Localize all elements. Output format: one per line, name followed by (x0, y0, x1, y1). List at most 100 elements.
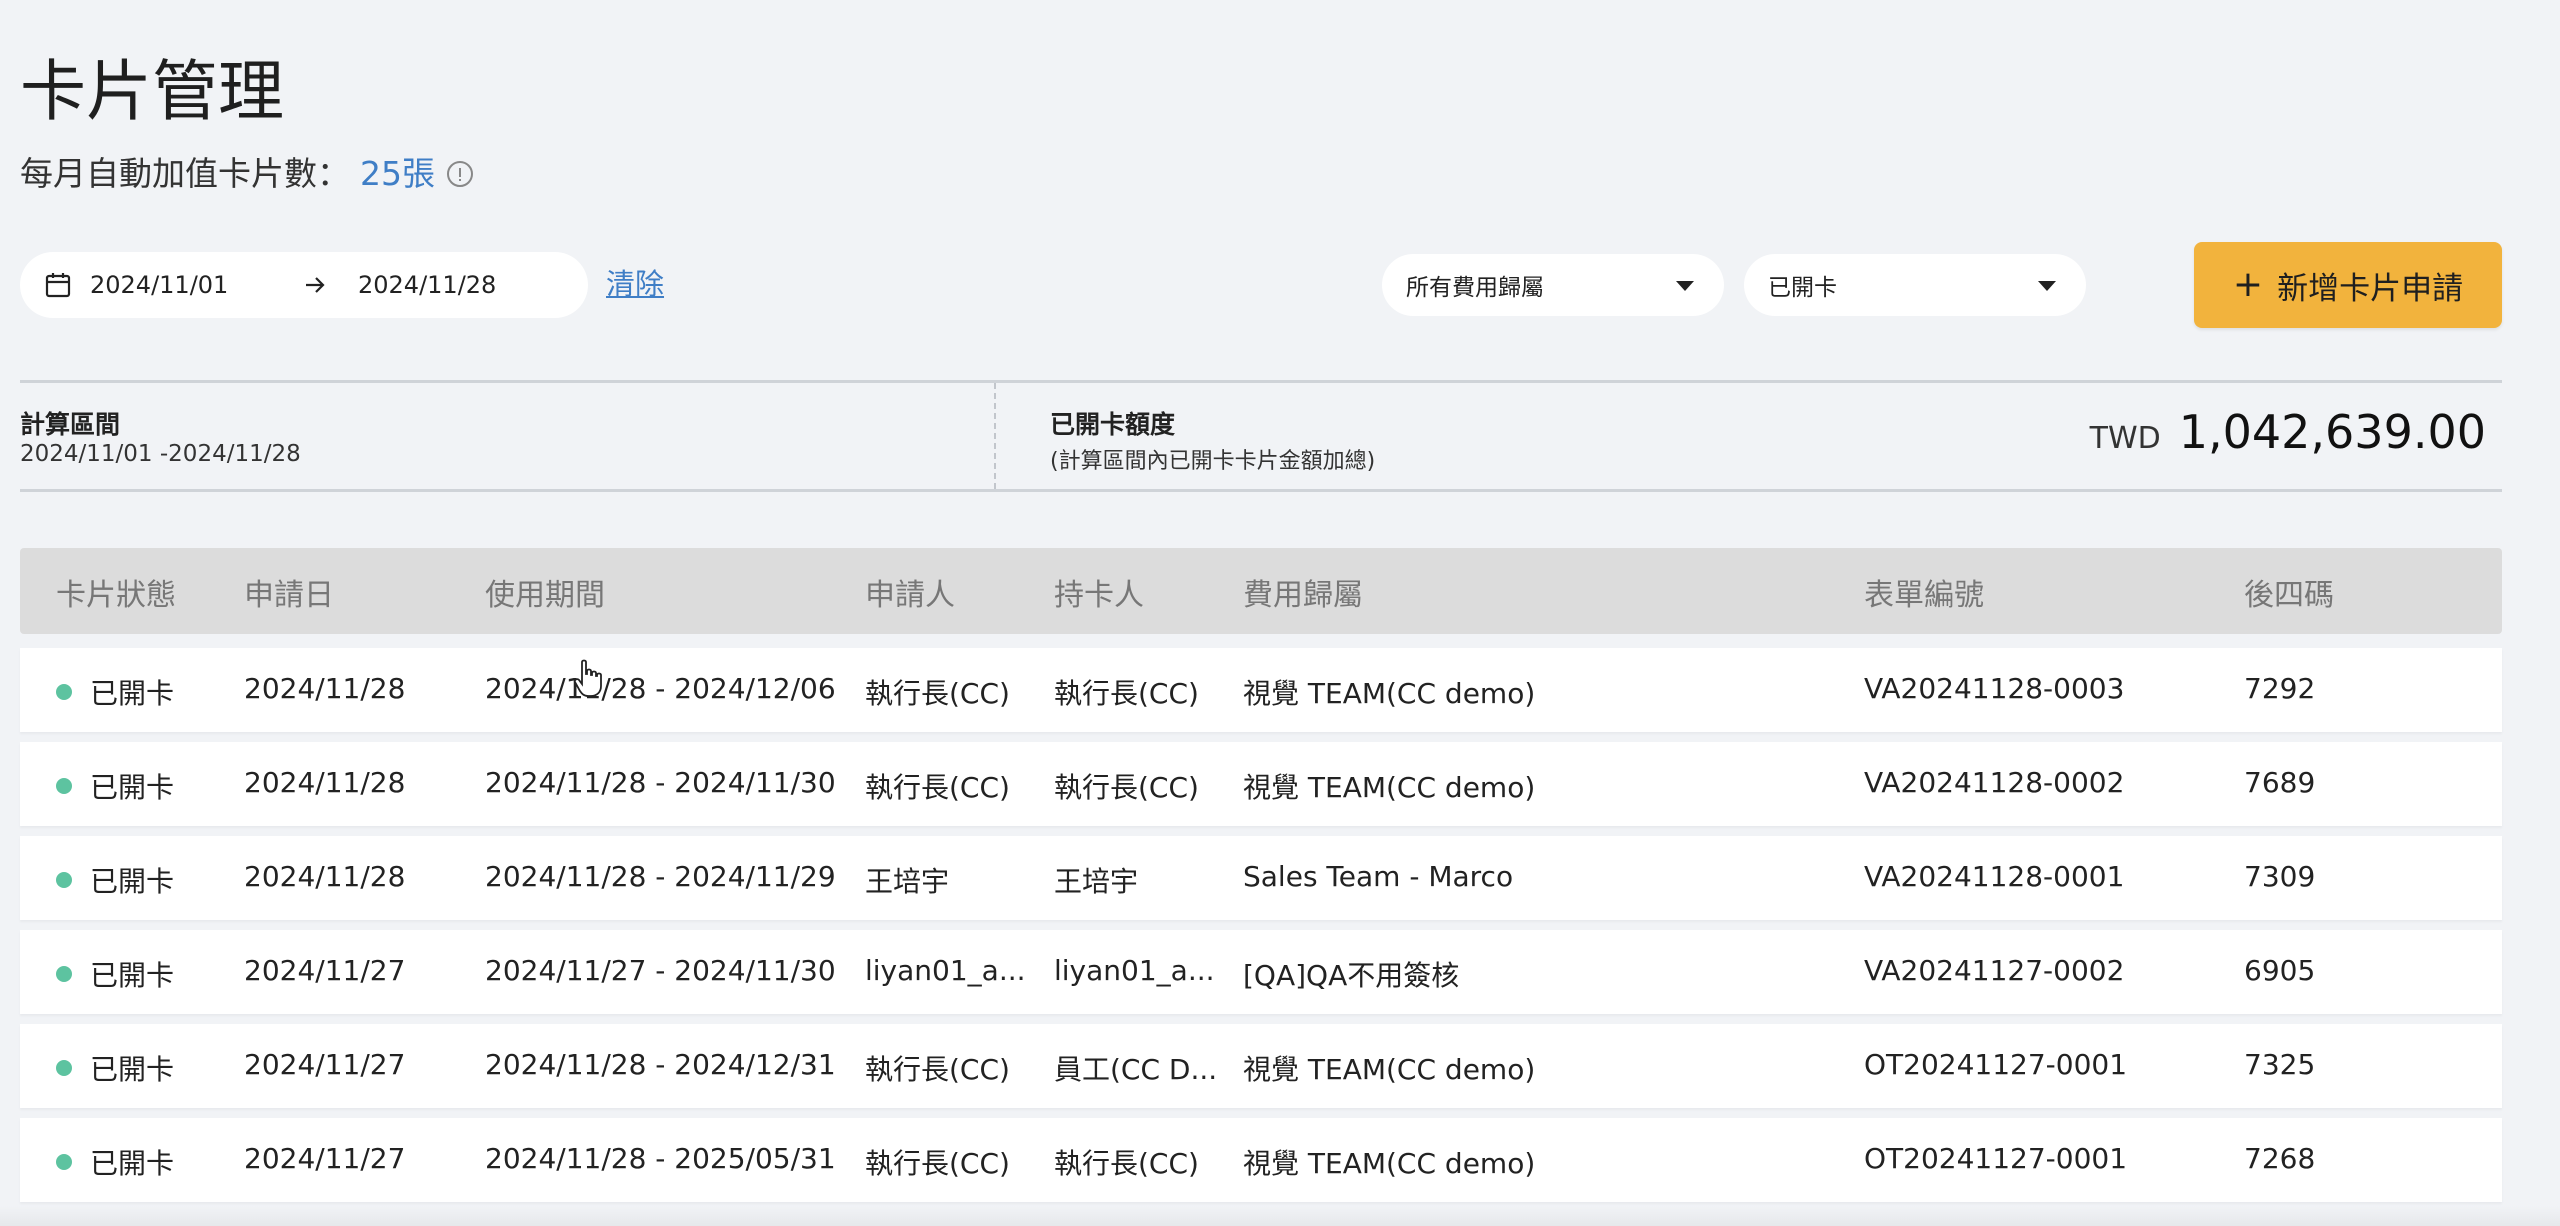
form-no-cell: VA20241128-0003 (1864, 672, 2125, 705)
holder-cell: 員工(CC D... (1054, 1053, 1218, 1086)
column-header-apply-date[interactable]: 申請日 (244, 570, 334, 614)
chevron-down-icon (2038, 281, 2056, 291)
period-cell: 2024/11/28 - 2025/05/31 (485, 1142, 836, 1175)
applicant-cell: 執行長(CC) (865, 677, 1010, 710)
auto-topup-label: 每月自動加值卡片數： (20, 154, 350, 193)
chevron-down-icon (1676, 281, 1694, 291)
status-cell: 已開卡 (90, 677, 175, 710)
apply-date-cell: 2024/11/27 (244, 1048, 406, 1081)
form-no-cell: VA20241128-0002 (1864, 766, 2125, 799)
table-row[interactable]: 已開卡 2024/11/27 2024/11/28 - 2024/12/31 執… (20, 1024, 2502, 1108)
arrow-right-icon (306, 277, 325, 293)
date-start-input[interactable]: 2024/11/01 (90, 271, 300, 299)
applicant-cell: 執行長(CC) (865, 1053, 1010, 1086)
last4-cell: 7292 (2244, 672, 2316, 705)
status-dot (56, 684, 72, 700)
expense-select-value: 所有費用歸屬 (1406, 275, 1544, 301)
form-no-cell: VA20241127-0002 (1864, 954, 2125, 987)
status-dot (56, 872, 72, 888)
holder-cell: 執行長(CC) (1054, 677, 1199, 710)
column-header-expense[interactable]: 費用歸屬 (1243, 570, 1363, 614)
table-row[interactable]: 已開卡 2024/11/28 2024/11/28 - 2024/11/29 王… (20, 836, 2502, 920)
form-no-cell: VA20241128-0001 (1864, 860, 2125, 893)
last4-cell: 6905 (2244, 954, 2316, 987)
status-select-value: 已開卡 (1768, 275, 1837, 301)
expense-cell: 視覺 TEAM(CC demo) (1243, 771, 1536, 804)
date-end-input[interactable]: 2024/11/28 (358, 271, 496, 299)
currency-label: TWD (2089, 421, 2161, 456)
status-cell: 已開卡 (90, 771, 175, 804)
page-title: 卡片管理 (20, 53, 284, 130)
column-header-form-no[interactable]: 表單編號 (1864, 570, 1984, 614)
column-header-period[interactable]: 使用期間 (485, 570, 605, 614)
apply-date-cell: 2024/11/28 (244, 860, 406, 893)
last4-cell: 7325 (2244, 1048, 2316, 1081)
summary-bar: 計算區間 2024/11/01 -2024/11/28 已開卡額度 (計算區間內… (20, 380, 2502, 492)
period-cell: 2024/11/28 - 2024/12/06 (485, 672, 836, 705)
open-limit-label: 已開卡額度 (1050, 410, 1176, 439)
clear-link[interactable]: 清除 (606, 264, 664, 304)
status-dot (56, 778, 72, 794)
table-row[interactable]: 已開卡 2024/11/28 2024/11/28 - 2024/11/30 執… (20, 742, 2502, 826)
status-dot (56, 1060, 72, 1076)
last4-cell: 7309 (2244, 860, 2316, 893)
applicant-cell: 王培宇 (865, 865, 950, 898)
status-cell: 已開卡 (90, 1053, 175, 1086)
expense-cell: 視覺 TEAM(CC demo) (1243, 1147, 1536, 1180)
plus-icon: + (2232, 264, 2264, 305)
applicant-cell: 執行長(CC) (865, 771, 1010, 804)
apply-date-cell: 2024/11/28 (244, 672, 406, 705)
table-row[interactable]: 已開卡 2024/11/27 2024/11/28 - 2025/05/31 執… (20, 1118, 2502, 1202)
period-cell: 2024/11/28 - 2024/11/29 (485, 860, 836, 893)
status-dot (56, 1154, 72, 1170)
table-row[interactable]: 已開卡 2024/11/28 2024/11/28 - 2024/12/06 執… (20, 648, 2502, 732)
apply-date-cell: 2024/11/27 (244, 1142, 406, 1175)
date-range-picker[interactable]: 2024/11/01 2024/11/28 (20, 252, 588, 318)
applicant-cell: liyan01_a... (865, 954, 1026, 987)
add-button-label: 新增卡片申請 (2277, 270, 2464, 307)
hand-cursor-icon (573, 659, 602, 697)
period-cell: 2024/11/28 - 2024/11/30 (485, 766, 836, 799)
calendar-icon (45, 273, 71, 298)
open-limit-note: (計算區間內已開卡卡片金額加總) (1050, 449, 1376, 474)
column-header-status[interactable]: 卡片狀態 (56, 570, 176, 614)
holder-cell: 執行長(CC) (1054, 1147, 1199, 1180)
last4-cell: 7689 (2244, 766, 2316, 799)
expense-cell: Sales Team - Marco (1243, 860, 1514, 893)
status-select[interactable]: 已開卡 (1744, 254, 2086, 316)
form-no-cell: OT20241127-0001 (1864, 1142, 2128, 1175)
auto-topup-summary: 每月自動加值卡片數： 25張 (20, 150, 473, 198)
add-card-application-button[interactable]: + 新增卡片申請 (2194, 242, 2502, 328)
column-header-holder[interactable]: 持卡人 (1054, 570, 1144, 614)
amount-value: 1,042,639.00 (2178, 405, 2486, 459)
card-management-page: 卡片管理 每月自動加值卡片數： 25張 2024/11/01 2024/11/2… (0, 0, 2560, 1226)
period-cell: 2024/11/27 - 2024/11/30 (485, 954, 836, 987)
open-limit-amount: TWD 1,042,639.00 (2090, 405, 2486, 459)
holder-cell: liyan01_a... (1054, 954, 1215, 987)
holder-cell: 王培宇 (1054, 865, 1139, 898)
apply-date-cell: 2024/11/27 (244, 954, 406, 987)
expense-cell: [QA]QA不用簽核 (1243, 959, 1460, 992)
calc-period-range: 2024/11/01 -2024/11/28 (20, 441, 301, 467)
period-cell: 2024/11/28 - 2024/12/31 (485, 1048, 836, 1081)
holder-cell: 執行長(CC) (1054, 771, 1199, 804)
status-cell: 已開卡 (90, 1147, 175, 1180)
table-row[interactable]: 已開卡 2024/11/27 2024/11/27 - 2024/11/30 l… (20, 930, 2502, 1014)
expense-select[interactable]: 所有費用歸屬 (1382, 254, 1724, 316)
bottom-edge (0, 1206, 2560, 1226)
info-icon[interactable] (447, 161, 473, 187)
last4-cell: 7268 (2244, 1142, 2316, 1175)
column-header-last4[interactable]: 後四碼 (2244, 570, 2334, 614)
status-cell: 已開卡 (90, 865, 175, 898)
status-cell: 已開卡 (90, 959, 175, 992)
apply-date-cell: 2024/11/28 (244, 766, 406, 799)
column-header-applicant[interactable]: 申請人 (865, 570, 955, 614)
status-dot (56, 966, 72, 982)
table-header: 卡片狀態 申請日 使用期間 申請人 持卡人 費用歸屬 表單編號 後四碼 (20, 548, 2502, 634)
expense-cell: 視覺 TEAM(CC demo) (1243, 677, 1536, 710)
applicant-cell: 執行長(CC) (865, 1147, 1010, 1180)
expense-cell: 視覺 TEAM(CC demo) (1243, 1053, 1536, 1086)
summary-divider (994, 383, 996, 489)
auto-topup-count: 25張 (360, 154, 435, 193)
form-no-cell: OT20241127-0001 (1864, 1048, 2128, 1081)
